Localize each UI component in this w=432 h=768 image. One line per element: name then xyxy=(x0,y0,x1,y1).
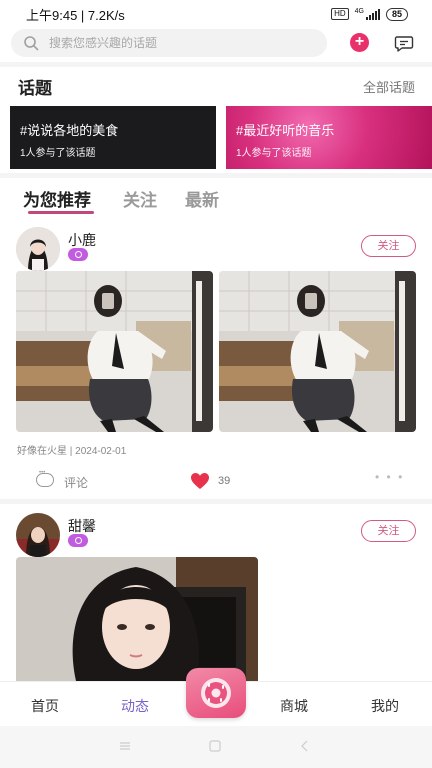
topic-participants: 1人参与了该话题 xyxy=(20,148,96,159)
user-name[interactable]: 小鹿 xyxy=(68,230,96,250)
divider xyxy=(0,173,432,178)
level-badge-icon xyxy=(68,248,88,261)
tab-recommend[interactable]: 为您推荐 xyxy=(23,186,91,211)
topic-card-music[interactable]: #最近好听的音乐 1人参与了该话题 xyxy=(226,106,432,169)
all-topics-link[interactable]: 全部话题 xyxy=(363,77,415,96)
like-count: 39 xyxy=(218,475,231,487)
nav-home[interactable]: 首页 xyxy=(31,696,59,716)
back-icon[interactable] xyxy=(298,739,312,753)
comment-icon[interactable] xyxy=(36,470,54,487)
search-input[interactable] xyxy=(49,36,299,50)
topics-header: 话题 全部话题 xyxy=(0,66,432,102)
topic-name: #最近好听的音乐 xyxy=(236,123,335,138)
plus-icon[interactable]: + xyxy=(350,33,369,52)
status-icons: HD 4G 85 xyxy=(331,7,408,21)
post-actions: 评论 39 • • • xyxy=(0,470,432,494)
follow-button[interactable]: 关注 xyxy=(361,520,416,542)
system-nav-bar xyxy=(0,726,432,768)
photo-image xyxy=(219,271,416,432)
topic-name: #说说各地的美食 xyxy=(20,123,119,138)
more-icon[interactable]: • • • xyxy=(375,470,404,484)
post-photo[interactable] xyxy=(16,271,213,432)
nav-mine[interactable]: 我的 xyxy=(371,696,399,716)
search-row: + xyxy=(0,28,432,58)
battery-icon: 85 xyxy=(385,7,408,21)
comment-button[interactable]: 评论 xyxy=(64,474,88,491)
avatar[interactable] xyxy=(16,513,60,557)
status-bar: 上午9:45 | 7.2K/s HD 4G 85 xyxy=(0,0,432,28)
avatar-image xyxy=(16,513,60,557)
topic-card-food[interactable]: #说说各地的美食 1人参与了该话题 xyxy=(10,106,216,169)
post-photo[interactable] xyxy=(16,557,258,681)
search-icon xyxy=(24,36,39,51)
photo-image xyxy=(16,271,213,432)
follow-button[interactable]: 关注 xyxy=(361,235,416,257)
post-photo[interactable] xyxy=(219,271,416,432)
tab-underline xyxy=(28,211,94,214)
tab-latest[interactable]: 最新 xyxy=(185,186,219,211)
photo-image xyxy=(16,557,258,681)
tab-follow[interactable]: 关注 xyxy=(123,186,157,211)
level-badge-icon xyxy=(68,534,88,547)
center-action-button[interactable] xyxy=(186,668,246,718)
hd-icon: HD xyxy=(331,8,349,20)
topic-participants: 1人参与了该话题 xyxy=(236,148,312,159)
network-label: 4G xyxy=(354,7,364,15)
heart-icon[interactable] xyxy=(190,472,210,490)
message-icon[interactable] xyxy=(394,33,414,53)
nav-mall[interactable]: 商城 xyxy=(280,696,308,716)
signal-icon xyxy=(365,8,380,20)
user-name[interactable]: 甜馨 xyxy=(68,516,96,536)
avatar[interactable] xyxy=(16,227,60,271)
feed-tabs: 为您推荐 关注 最新 xyxy=(0,182,432,218)
search-box[interactable] xyxy=(11,29,327,57)
nav-feed[interactable]: 动态 xyxy=(121,696,149,716)
post-meta: 好像在火星 | 2024-02-01 xyxy=(17,446,127,457)
menu-icon[interactable] xyxy=(118,739,132,753)
home-icon[interactable] xyxy=(208,739,222,753)
donut-center-icon xyxy=(201,678,231,708)
status-time-speed: 上午9:45 | 7.2K/s xyxy=(26,7,125,23)
divider xyxy=(0,499,432,504)
avatar-image xyxy=(16,227,60,271)
topics-title: 话题 xyxy=(18,79,52,98)
